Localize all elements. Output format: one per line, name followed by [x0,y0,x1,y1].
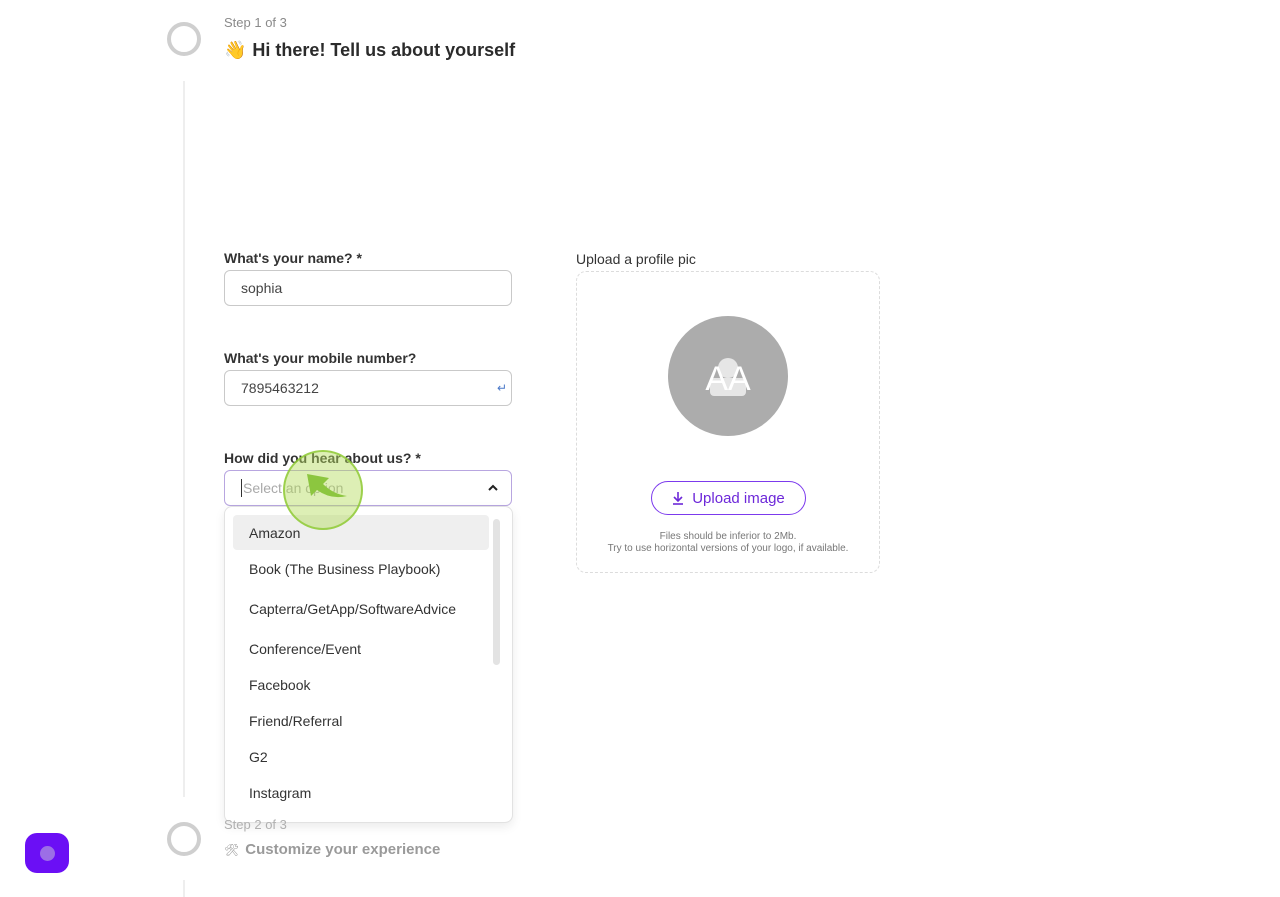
tools-icon: 🛠 [224,842,240,857]
mobile-label: What's your mobile number? [224,350,417,366]
upload-label: Upload a profile pic [576,251,696,267]
download-icon [673,492,684,505]
upload-image-button[interactable]: Upload image [651,481,806,515]
source-select[interactable]: Select an option [224,470,512,506]
dropdown-scrollbar[interactable] [493,519,500,665]
option-label: Conference/Event [249,640,362,657]
mobile-input-value: 7895463212 [241,380,319,396]
enter-icon: ↵ [496,381,507,395]
avatar-placeholder: AA [668,316,788,436]
chevron-up-icon[interactable] [488,483,498,493]
step-2-indicator [167,822,201,856]
step-1-title-text: Hi there! Tell us about yourself [252,40,516,60]
source-dropdown-list: Amazon Book (The Business Playbook) Capt… [224,506,513,823]
waving-hand-icon: 👋 [224,40,247,61]
step-2-title-text: Customize your experience [245,841,441,858]
step-1-indicator [167,22,201,56]
step-1-kicker: Step 1 of 3 [224,15,287,30]
upload-hint-orientation: Try to use horizontal versions of your l… [607,543,849,554]
name-input[interactable]: sophia [224,270,512,306]
dropdown-option-friend-referral[interactable]: Friend/Referral [233,703,489,738]
option-label: Instagram [249,784,312,801]
chat-launcher-icon [39,845,55,861]
step-connector-line [183,81,185,797]
dropdown-option-amazon[interactable]: Amazon [233,515,489,550]
dropdown-option-g2[interactable]: G2 [233,739,489,774]
user-avatar-icon: AA [705,358,751,398]
name-input-value: sophia [241,280,283,296]
step-2-kicker: Step 2 of 3 [224,817,287,832]
dropdown-option-conference[interactable]: Conference/Event [233,631,489,666]
mobile-input[interactable]: 7895463212 ↵ [224,370,512,406]
option-label: G2 [249,748,268,765]
step-1-title: 👋 Hi there! Tell us about yourself [224,40,515,61]
name-label: What's your name? * [224,250,362,266]
option-label: Book (The Business Playbook) [249,560,441,577]
upload-button-label: Upload image [692,489,785,507]
option-label: Capterra/GetApp/SoftwareAdvice [249,601,456,617]
option-label: Facebook [249,676,311,693]
option-label: Friend/Referral [249,712,343,729]
dropdown-option-facebook[interactable]: Facebook [233,667,489,702]
dropdown-option-capterra[interactable]: Capterra/GetApp/SoftwareAdvice [233,589,489,629]
dropdown-option-book[interactable]: Book (The Business Playbook) [233,551,489,586]
step-2-connector-line [183,880,185,897]
step-2-title: 🛠 Customize your experience [224,841,440,858]
source-select-placeholder: Select an option [241,479,344,497]
option-label: Amazon [249,524,301,541]
upload-hint-size: Files should be inferior to 2Mb. [659,531,797,542]
dropdown-option-instagram[interactable]: Instagram [233,775,489,810]
svg-text:AA: AA [705,360,751,398]
source-label: How did you hear about us? * [224,450,421,466]
chat-launcher-button[interactable] [25,833,69,873]
